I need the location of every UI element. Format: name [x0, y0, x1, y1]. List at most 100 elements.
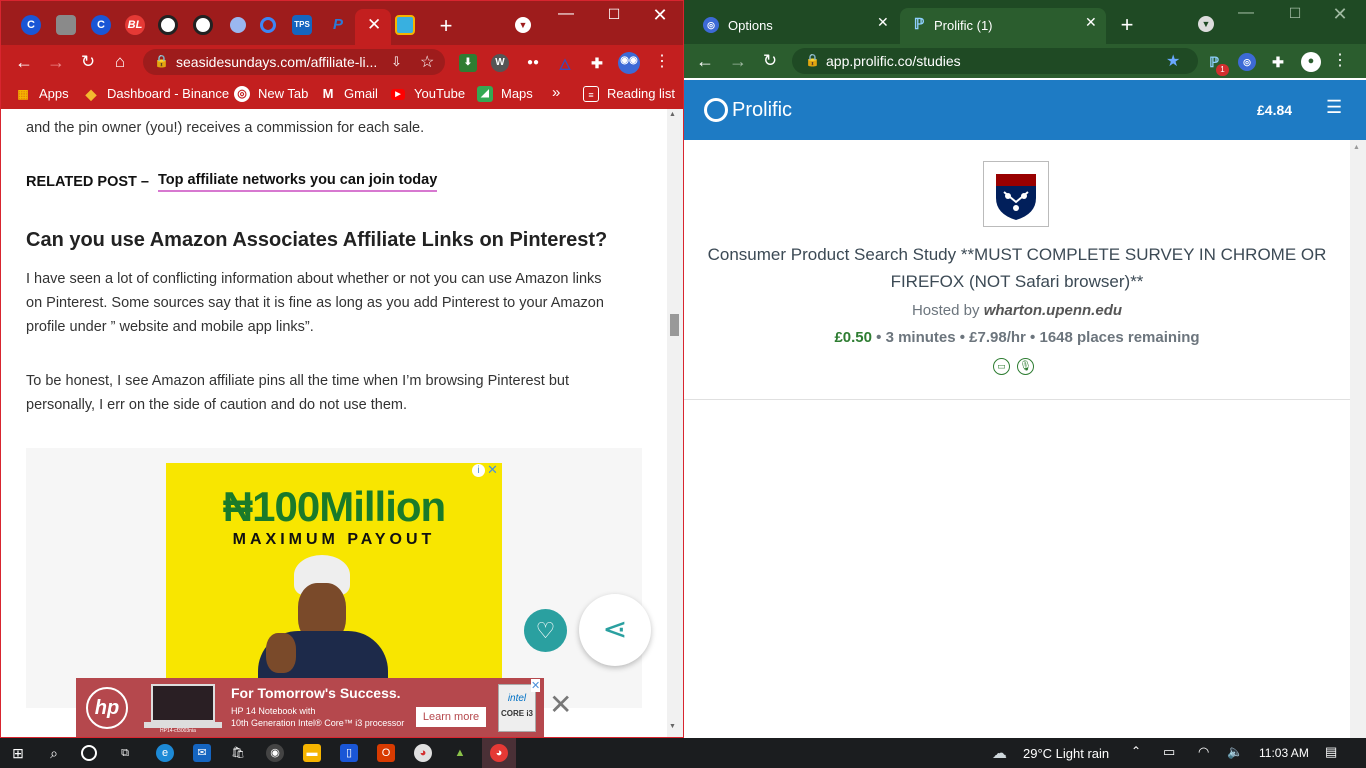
profile-avatar[interactable]: ●	[1301, 52, 1321, 72]
reading-list-button[interactable]: Reading list	[607, 86, 675, 101]
extensions-puzzle-icon[interactable]: ✚	[1269, 53, 1287, 71]
tab-search-icon[interactable]: ▼	[515, 17, 531, 33]
cloud-rain-icon[interactable]: ☁	[992, 744, 1007, 762]
bookmark-youtube[interactable]: YouTube	[414, 86, 465, 101]
forward-button[interactable]: →	[45, 53, 67, 71]
tab-options-label[interactable]: Options	[728, 18, 773, 33]
hp-ad-close-icon[interactable]: ✕	[531, 679, 541, 692]
minimize-button[interactable]: —	[1236, 4, 1256, 22]
favorite-heart-button[interactable]: ♡	[524, 609, 567, 652]
tab-options[interactable]	[692, 8, 898, 44]
battery-icon[interactable]: ▭	[1163, 744, 1175, 760]
bookmark-new-tab[interactable]: New Tab	[258, 86, 308, 101]
page-scrollbar[interactable]: ▲ ▼	[667, 109, 683, 737]
task-view-icon[interactable]: ⧉	[116, 744, 134, 762]
related-post-link[interactable]: Top affiliate networks you can join toda…	[158, 170, 438, 192]
bookmark-maps[interactable]: Maps	[501, 86, 533, 101]
extension-w-icon[interactable]: W	[491, 54, 509, 72]
scroll-up-icon[interactable]: ▲	[1353, 144, 1360, 151]
share-button[interactable]: ⋖	[579, 594, 651, 666]
hp-ad-banner[interactable]: hp HP14-cf3003nia For Tomorrow's Success…	[76, 678, 544, 737]
profile-avatar[interactable]: ◉◉	[618, 52, 640, 74]
tab-dot-icon[interactable]	[230, 17, 246, 33]
menu-icon[interactable]: ⋮	[1329, 52, 1351, 70]
adchoices-icon[interactable]: i	[472, 464, 485, 477]
account-balance[interactable]: £4.84	[1257, 102, 1292, 118]
mail-icon[interactable]: ✉	[193, 744, 211, 762]
tab-close-icon[interactable]: ✕	[877, 14, 889, 31]
chrome-red-icon[interactable]: ◕	[490, 744, 508, 762]
tab-c-icon[interactable]: C	[21, 15, 41, 35]
extension-triangle-icon[interactable]: △	[556, 54, 574, 72]
volume-icon[interactable]: 🔈	[1227, 744, 1243, 760]
app-icon[interactable]: ▲	[451, 744, 469, 762]
tray-chevron-icon[interactable]: ⌃	[1131, 744, 1141, 758]
notifications-icon[interactable]: ▤	[1325, 744, 1337, 760]
tab-c-icon[interactable]: C	[91, 15, 111, 35]
word-icon[interactable]: ▯	[340, 744, 358, 762]
search-icon[interactable]: ⌕	[45, 744, 63, 762]
tab-search-icon[interactable]: ▼	[1198, 16, 1214, 32]
maximize-button[interactable]: ☐	[604, 6, 624, 23]
star-icon[interactable]: ☆	[420, 52, 434, 72]
wifi-icon[interactable]: ◠	[1198, 744, 1209, 760]
media-icon[interactable]: ◉	[266, 744, 284, 762]
tab-image-icon[interactable]	[56, 15, 76, 35]
menu-icon[interactable]: ⋮	[651, 53, 673, 71]
tab-bl-icon[interactable]: BL	[125, 15, 145, 35]
extension-eyes-icon[interactable]: ●●	[524, 54, 542, 72]
ad-close-icon[interactable]: ✕	[487, 462, 498, 478]
new-tab-button[interactable]: +	[436, 13, 456, 39]
tab-prolific[interactable]	[900, 8, 1106, 44]
store-icon[interactable]: 🛍	[229, 744, 247, 762]
extension-download-icon[interactable]: ⬇	[459, 54, 477, 72]
weather-text[interactable]: 29°C Light rain	[1023, 746, 1109, 761]
tab-target-icon[interactable]	[193, 15, 213, 35]
dismiss-ad-close-icon[interactable]: ✕	[549, 691, 572, 719]
edge-icon[interactable]: e	[156, 744, 174, 762]
url-text[interactable]: app.prolific.co/studies	[826, 53, 961, 69]
tab-prolific-label[interactable]: Prolific (1)	[934, 18, 993, 33]
bookmark-gmail[interactable]: Gmail	[344, 86, 378, 101]
globe-extension-icon[interactable]: ◎	[1238, 53, 1256, 71]
reload-button[interactable]: ↻	[759, 52, 781, 70]
bookmark-apps[interactable]: Apps	[39, 86, 69, 101]
windows-start-icon[interactable]: ⊞	[9, 744, 27, 762]
scroll-down-icon[interactable]: ▼	[669, 723, 676, 730]
new-tab-button[interactable]: +	[1117, 12, 1137, 38]
back-button[interactable]: ←	[13, 53, 35, 71]
close-window-button[interactable]: ✕	[650, 5, 670, 26]
tab-close-icon[interactable]: ✕	[367, 15, 381, 35]
star-icon[interactable]: ★	[1166, 51, 1180, 71]
bookmark-binance[interactable]: Dashboard - Binance	[107, 86, 229, 101]
close-window-button[interactable]: ✕	[1330, 4, 1350, 25]
cortana-icon[interactable]	[81, 745, 97, 761]
tab-target-icon[interactable]	[158, 15, 178, 35]
tab-tps-icon[interactable]: TPS	[292, 15, 312, 35]
hamburger-menu-icon[interactable]: ☰	[1326, 97, 1342, 118]
home-button[interactable]: ⌂	[109, 53, 131, 71]
tab-close-icon[interactable]: ✕	[1085, 14, 1097, 31]
study-title-cont[interactable]: FIREFOX (NOT Safari browser)**	[684, 272, 1350, 292]
betting-ad-banner[interactable]: ₦100Million MAXIMUM PAYOUT	[166, 463, 502, 693]
file-explorer-icon[interactable]: ▬	[303, 744, 321, 762]
chrome-icon[interactable]: ◕	[414, 744, 432, 762]
clock[interactable]: 11:03 AM	[1259, 746, 1309, 760]
study-title[interactable]: Consumer Product Search Study **MUST COM…	[684, 245, 1350, 265]
page-scrollbar[interactable]: ▲	[1350, 140, 1366, 738]
office-icon[interactable]: O	[377, 744, 395, 762]
maximize-button[interactable]: ☐	[1285, 5, 1305, 22]
minimize-button[interactable]: —	[556, 5, 576, 23]
more-bookmarks-button[interactable]: »	[552, 84, 560, 101]
scrollbar-thumb[interactable]	[670, 314, 679, 336]
url-text[interactable]: seasidesundays.com/affiliate-li...	[176, 54, 377, 70]
tab-paypal-icon[interactable]: P	[328, 15, 348, 35]
study-card[interactable]: Consumer Product Search Study **MUST COM…	[684, 140, 1350, 400]
learn-more-button[interactable]: Learn more	[416, 707, 486, 727]
install-icon[interactable]: ⇩	[391, 54, 402, 70]
forward-button[interactable]: →	[727, 52, 749, 70]
back-button[interactable]: ←	[694, 52, 716, 70]
prolific-brand[interactable]: Prolific	[732, 99, 792, 122]
extensions-puzzle-icon[interactable]: ✚	[588, 54, 606, 72]
scroll-up-icon[interactable]: ▲	[669, 111, 676, 118]
